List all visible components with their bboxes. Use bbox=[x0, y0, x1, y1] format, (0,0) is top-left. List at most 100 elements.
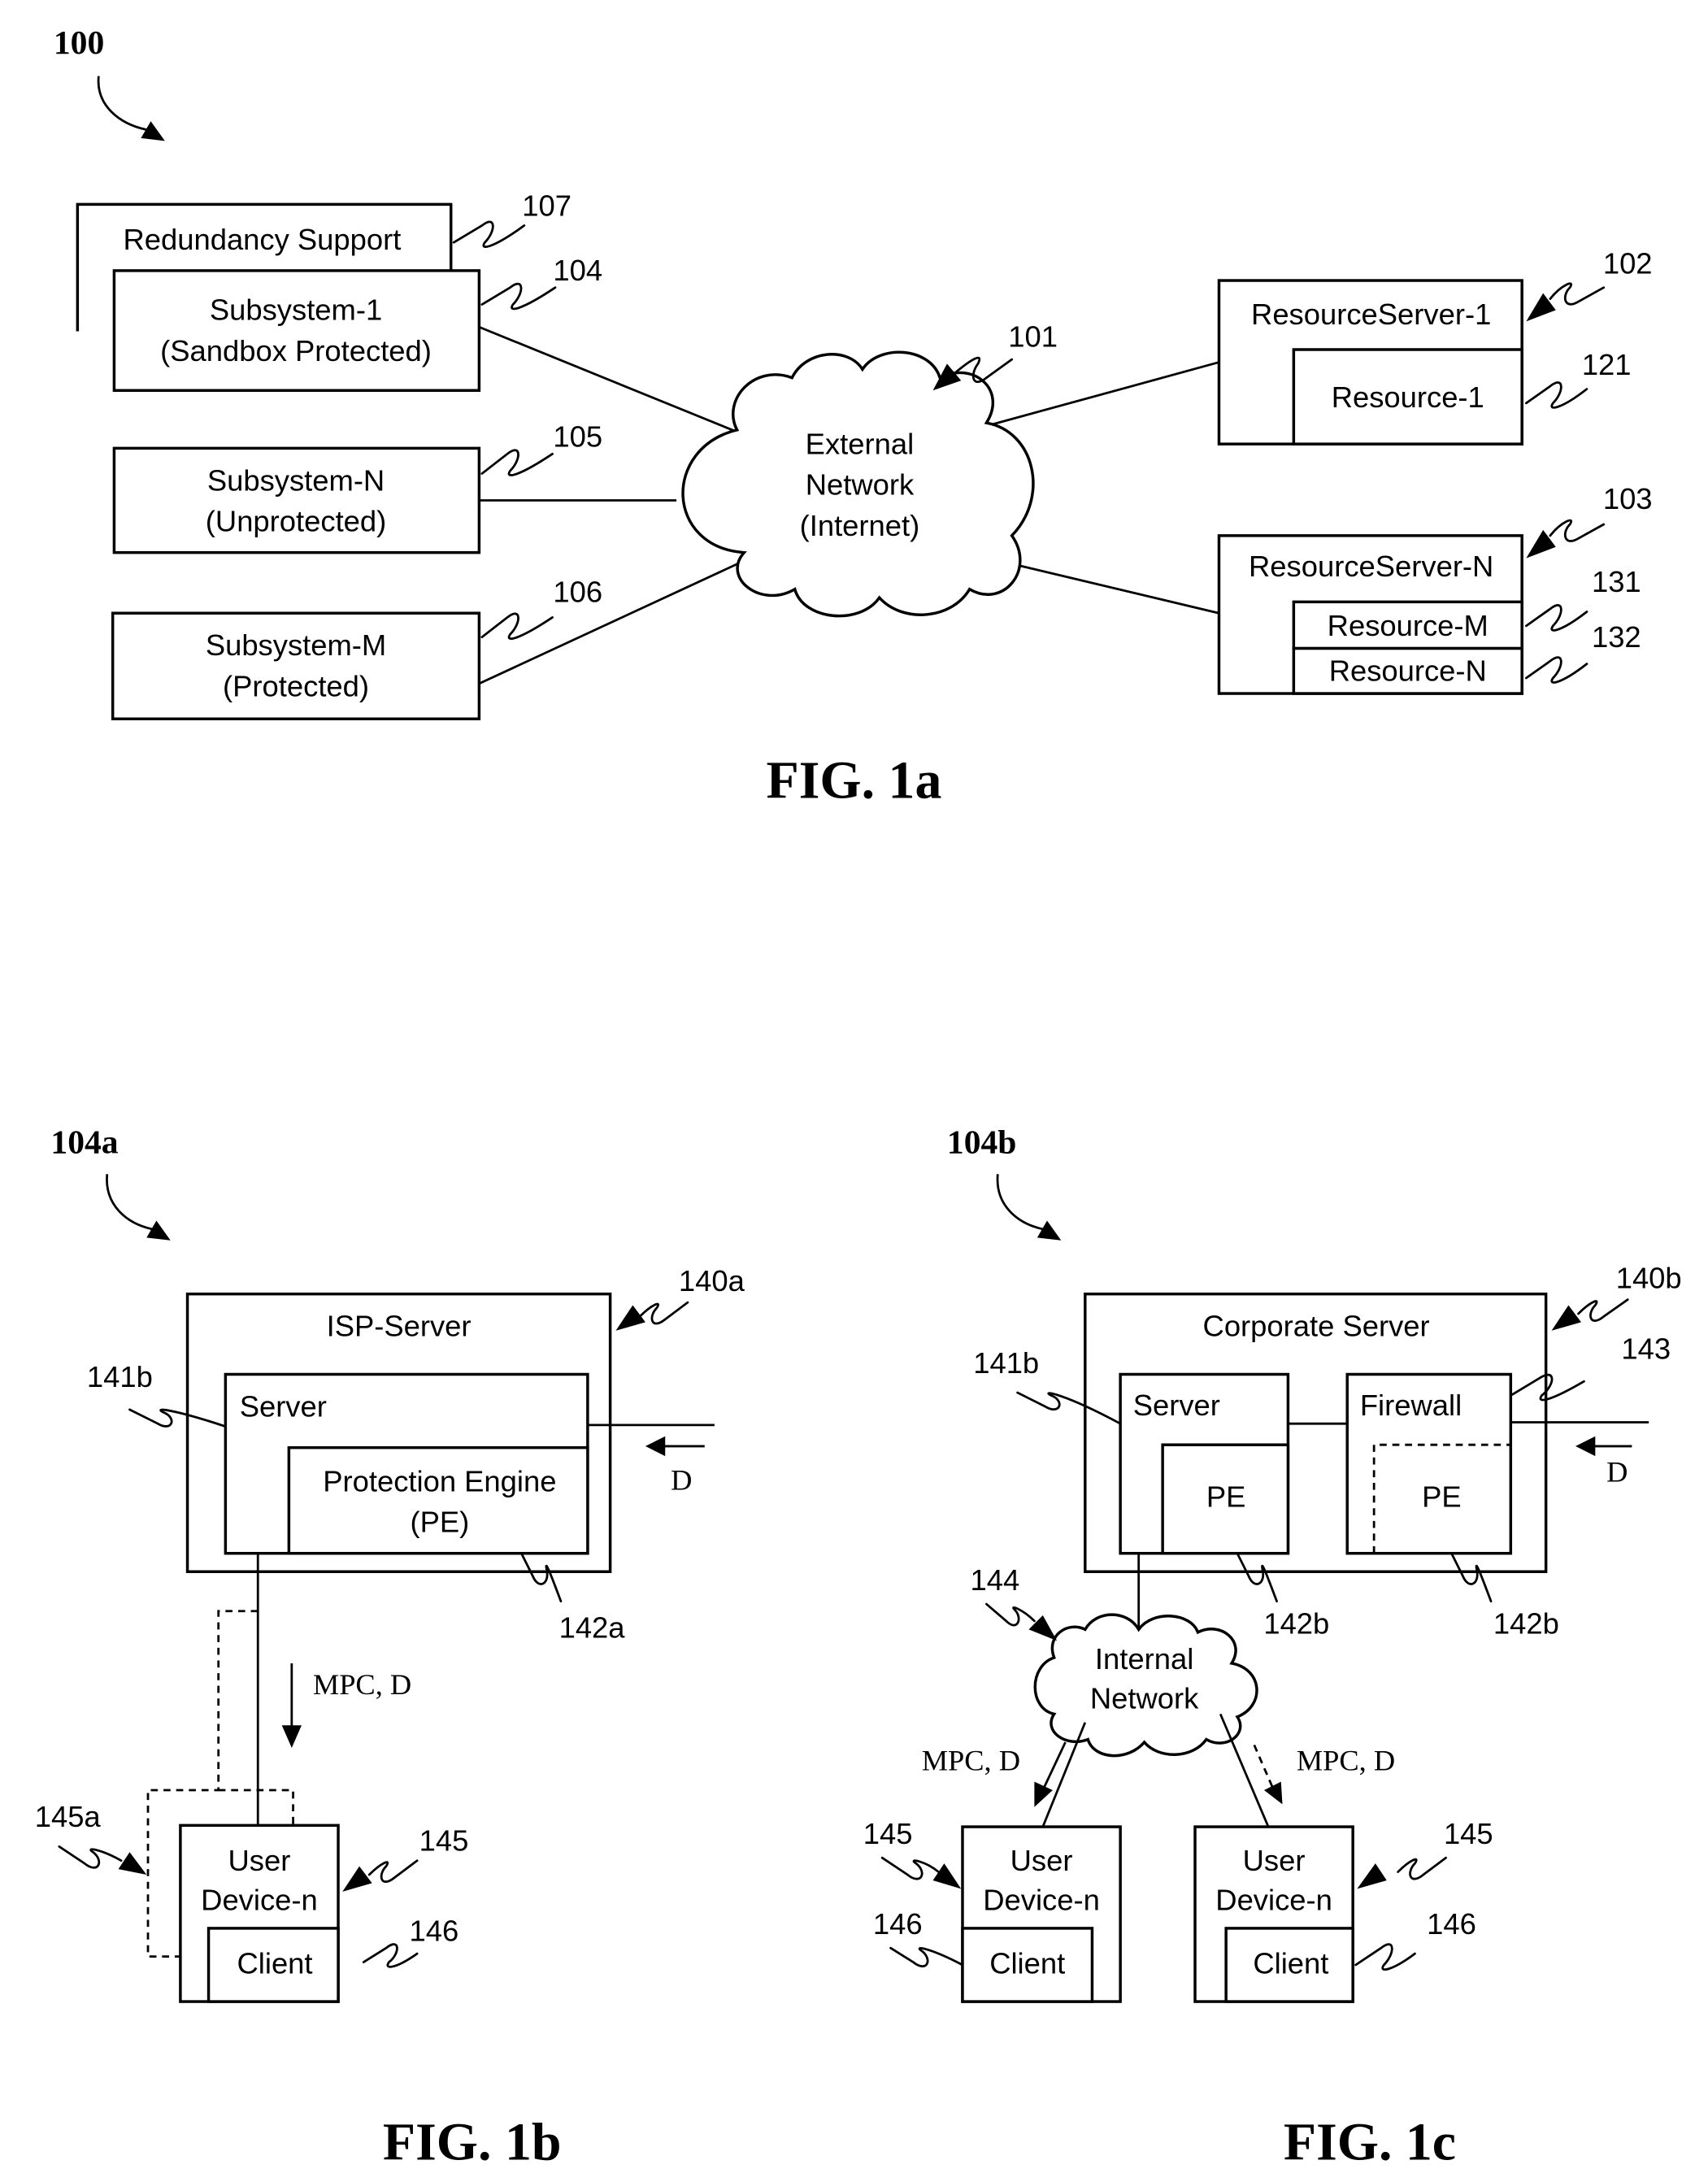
leader-squiggle-icon bbox=[1354, 1943, 1416, 1971]
subsystem-n-sublabel: (Unprotected) bbox=[206, 505, 386, 538]
leader-arrow-icon bbox=[985, 1602, 1058, 1641]
ref-101: 101 bbox=[1008, 320, 1058, 354]
ref-142b-server: 142b bbox=[1263, 1607, 1329, 1641]
ref-142a: 142a bbox=[559, 1611, 626, 1645]
figure-pointer-arrow-icon bbox=[97, 76, 165, 141]
leader-arrow-icon bbox=[1551, 1298, 1629, 1331]
ref-104: 104 bbox=[553, 254, 602, 287]
user-device-box: User Device-n Client bbox=[1193, 1825, 1354, 2003]
ref-140b: 140b bbox=[1616, 1262, 1682, 1295]
flow-label-left: MPC, D bbox=[922, 1745, 1020, 1777]
connection-line bbox=[981, 361, 1219, 428]
leader-squiggle-icon bbox=[1524, 381, 1588, 409]
corporate-server-box: Corporate Server Server PE Firewall PE bbox=[1084, 1292, 1548, 1573]
subsystem-n-label: Subsystem-N bbox=[207, 463, 385, 497]
server-label: Server bbox=[240, 1390, 327, 1424]
leader-arrow-icon bbox=[342, 1859, 419, 1892]
subsystem-m-box: Subsystem-M (Protected) bbox=[111, 611, 481, 720]
leader-squiggle-icon bbox=[889, 1946, 964, 1968]
isp-server-label: ISP-Server bbox=[327, 1310, 472, 1343]
ref-144: 144 bbox=[970, 1563, 1019, 1597]
user-device-label-2: Device-n bbox=[201, 1883, 318, 1916]
corporate-server-label: Corporate Server bbox=[1203, 1310, 1430, 1343]
ref-145: 145 bbox=[419, 1824, 469, 1858]
subsystem-1-label: Subsystem-1 bbox=[210, 293, 382, 327]
user-device-label-1: User bbox=[1010, 1844, 1073, 1877]
server-pe-label: PE bbox=[1206, 1480, 1246, 1513]
leader-squiggle-icon bbox=[480, 282, 557, 311]
leader-squiggle-icon bbox=[452, 220, 526, 248]
subsystem-m-sublabel: (Protected) bbox=[223, 670, 369, 703]
ref-140a: 140a bbox=[679, 1264, 745, 1297]
leader-arrow-icon bbox=[615, 1301, 689, 1331]
leader-squiggle-icon bbox=[1524, 604, 1588, 632]
ref-103: 103 bbox=[1603, 482, 1653, 515]
ref-145: 145 bbox=[863, 1817, 913, 1850]
resource-n-label: Resource-N bbox=[1329, 654, 1487, 687]
leader-squiggle-icon bbox=[362, 1943, 419, 1968]
subsystem-1-box: Subsystem-1 (Sandbox Protected) bbox=[112, 269, 481, 393]
subsystem-1-sublabel: (Sandbox Protected) bbox=[160, 334, 432, 367]
external-network-label-2: Network bbox=[806, 468, 915, 502]
user-device-box: User Device-n Client bbox=[179, 1823, 340, 2003]
redundancy-support-label: Redundancy Support bbox=[123, 223, 401, 256]
leader-squiggle-icon bbox=[480, 449, 554, 476]
flow-arrow-dashed-icon bbox=[1253, 1744, 1283, 1805]
flow-label: MPC, D bbox=[313, 1668, 411, 1701]
resource-server-n-label: ResourceServer-N bbox=[1249, 550, 1493, 583]
flow-label-right: MPC, D bbox=[1297, 1745, 1395, 1777]
user-device-label-1: User bbox=[228, 1844, 291, 1877]
resource-server-1-box: ResourceServer-1 Resource-1 bbox=[1217, 279, 1523, 446]
ref-143: 143 bbox=[1621, 1332, 1671, 1365]
client-label: Client bbox=[237, 1946, 313, 1980]
patent-figure-sheet: 100 Redundancy Support 107 Subsystem-1 (… bbox=[35, 24, 1682, 2171]
connection-line bbox=[478, 325, 737, 432]
leader-arrow-icon bbox=[1526, 519, 1606, 559]
ref-146: 146 bbox=[1427, 1907, 1476, 1941]
ref-145: 145 bbox=[1444, 1817, 1493, 1850]
ref-102: 102 bbox=[1603, 246, 1653, 280]
incoming-data-arrow-icon bbox=[645, 1436, 705, 1457]
isp-server-box: ISP-Server Server Protection Engine (PE) bbox=[185, 1292, 612, 1573]
external-network-label-3: (Internet) bbox=[800, 509, 920, 542]
external-network-cloud: External Network (Internet) bbox=[681, 350, 1035, 618]
ref-142b-firewall: 142b bbox=[1493, 1607, 1559, 1641]
flow-arrow-icon bbox=[1034, 1741, 1067, 1807]
ref-107: 107 bbox=[522, 189, 572, 222]
flow-arrow-icon bbox=[281, 1663, 302, 1748]
leader-arrow-icon bbox=[880, 1856, 962, 1889]
leader-squiggle-icon bbox=[1524, 656, 1588, 684]
resource-1-label: Resource-1 bbox=[1332, 380, 1484, 414]
figure-1b-caption: FIG. 1b bbox=[383, 2112, 562, 2171]
resource-server-1-label: ResourceServer-1 bbox=[1251, 298, 1491, 331]
ref-132: 132 bbox=[1592, 620, 1641, 654]
figure-1b: 104a ISP-Server Server Protection Engine… bbox=[35, 1123, 745, 2171]
subsystem-m-label: Subsystem-M bbox=[206, 628, 386, 662]
leader-squiggle-icon bbox=[480, 612, 554, 640]
user-device-label-2: Device-n bbox=[983, 1883, 1100, 1916]
internal-network-cloud: Internal Network bbox=[1033, 1613, 1258, 1758]
incoming-data-label: D bbox=[1606, 1455, 1628, 1488]
client-label: Client bbox=[1253, 1946, 1328, 1980]
connection-line bbox=[1219, 1713, 1270, 1828]
figure-ref-104b: 104b bbox=[947, 1123, 1017, 1160]
protection-engine-label: Protection Engine bbox=[323, 1464, 556, 1497]
incoming-data-label: D bbox=[671, 1464, 692, 1497]
protection-engine-sublabel: (PE) bbox=[410, 1506, 469, 1539]
incoming-data-arrow-icon bbox=[1575, 1436, 1632, 1457]
ref-121: 121 bbox=[1582, 348, 1632, 381]
firewall-label: Firewall bbox=[1360, 1389, 1462, 1422]
user-device-box: User Device-n Client bbox=[961, 1825, 1122, 2003]
figure-1a-caption: FIG. 1a bbox=[767, 750, 942, 810]
figure-pointer-arrow-icon bbox=[106, 1174, 171, 1241]
ref-145a: 145a bbox=[35, 1800, 102, 1833]
firewall-pe-label: PE bbox=[1422, 1480, 1462, 1513]
resource-server-n-box: ResourceServer-N Resource-M Resource-N bbox=[1217, 534, 1523, 695]
ref-105: 105 bbox=[553, 420, 602, 454]
figure-1c: 104b Corporate Server Server PE Firewall… bbox=[863, 1123, 1682, 2171]
connection-line bbox=[478, 557, 750, 685]
ref-146: 146 bbox=[873, 1907, 923, 1941]
leader-arrow-icon bbox=[58, 1845, 147, 1876]
leader-arrow-icon bbox=[1526, 282, 1606, 322]
internal-network-label-2: Network bbox=[1090, 1681, 1199, 1715]
